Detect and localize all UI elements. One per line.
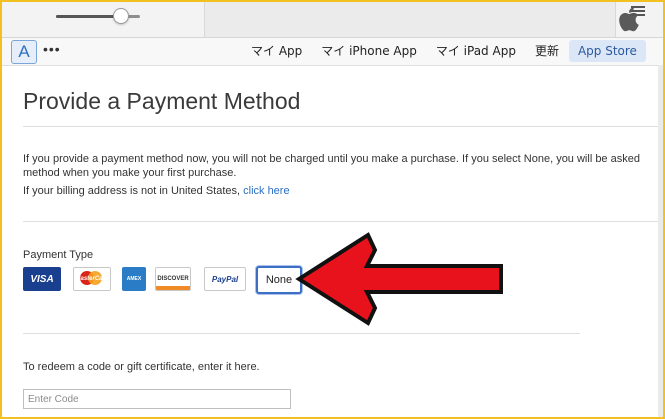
tab-my-iphone-apps[interactable]: マイ iPhone App — [312, 40, 426, 62]
intro-text-line1: If you provide a payment method now, you… — [23, 153, 640, 165]
tab-my-apps[interactable]: マイ App — [242, 40, 311, 62]
discover-label: DISCOVER — [157, 276, 189, 282]
billing-text: If your billing address is not in United… — [23, 185, 244, 197]
list-icon[interactable] — [631, 6, 645, 16]
status-display — [204, 2, 639, 37]
itunes-window: A ••• マイ App マイ iPhone App マイ iPad App 更… — [0, 0, 665, 419]
divider — [23, 126, 663, 127]
amex-option[interactable]: AMEX — [122, 267, 146, 291]
payment-type-label: Payment Type — [23, 249, 94, 261]
paypal-option[interactable]: PayPal — [204, 267, 246, 291]
volume-knob[interactable] — [113, 8, 129, 24]
divider — [23, 221, 663, 222]
amex-label: AMEX — [126, 276, 142, 282]
player-toolbar — [2, 2, 663, 38]
nav-tabs: マイ App マイ iPhone App マイ iPad App 更新 App … — [242, 40, 647, 62]
store-navbar: A ••• マイ App マイ iPhone App マイ iPad App 更… — [2, 38, 663, 66]
tab-my-ipad-apps[interactable]: マイ iPad App — [427, 40, 525, 62]
scrollbar[interactable] — [658, 65, 663, 417]
page-title: Provide a Payment Method — [23, 88, 301, 114]
click-here-link[interactable]: click here — [243, 185, 289, 197]
discover-option[interactable]: DISCOVER — [155, 267, 191, 291]
intro-text-line2: method when you make your first purchase… — [23, 167, 237, 179]
paypal-label: PayPal — [211, 274, 239, 284]
billing-note: If your billing address is not in United… — [23, 184, 290, 198]
visa-card-option[interactable]: VISA — [23, 267, 61, 291]
divider — [23, 333, 580, 334]
app-store-icon[interactable]: A — [11, 40, 37, 64]
red-arrow-icon — [295, 232, 503, 326]
visa-label: VISA — [30, 273, 54, 285]
more-options-icon[interactable]: ••• — [43, 41, 61, 57]
redeem-text: To redeem a code or gift certificate, en… — [23, 361, 260, 373]
tab-app-store[interactable]: App Store — [568, 40, 646, 62]
mastercard-option[interactable]: MasterCard — [73, 267, 111, 291]
tab-updates[interactable]: 更新 — [526, 40, 568, 62]
code-input[interactable] — [23, 389, 291, 409]
mastercard-label: MasterCard — [75, 276, 109, 282]
